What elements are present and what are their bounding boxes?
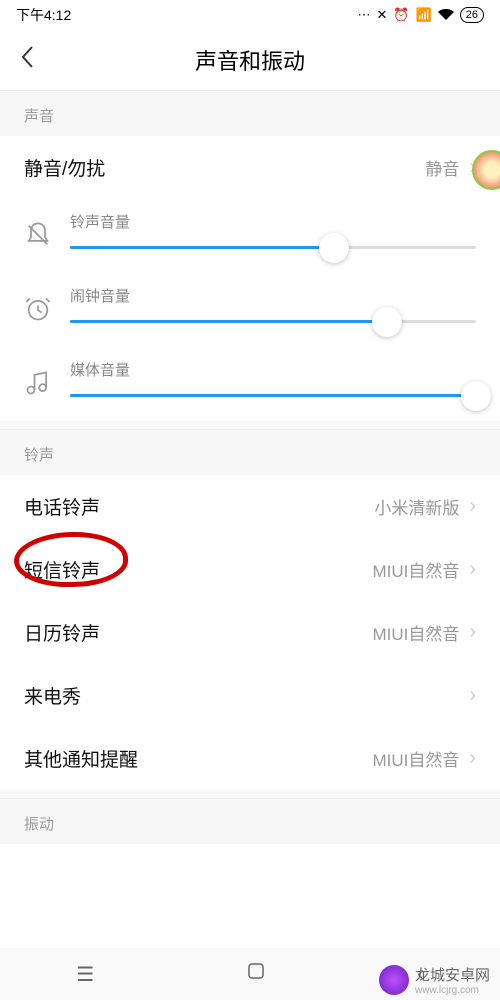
bell-off-icon <box>24 221 52 249</box>
ring-slider-thumb[interactable] <box>319 233 349 263</box>
call-show-row[interactable]: 来电秀 › <box>0 664 500 727</box>
watermark: 龙城安卓网 www.lcjrg.com <box>379 964 490 996</box>
alarm-slider[interactable] <box>70 320 476 323</box>
watermark-url: www.lcjrg.com <box>415 985 490 996</box>
sms-ringtone-row[interactable]: 短信铃声 MIUI自然音 › <box>0 538 500 601</box>
battery-indicator: 26 <box>460 7 484 23</box>
other-notify-label: 其他通知提醒 <box>24 745 372 772</box>
chevron-right-icon: › <box>469 621 476 644</box>
phone-ringtone-value: 小米清新版 <box>374 494 459 519</box>
calendar-ringtone-label: 日历铃声 <box>24 619 372 646</box>
ring-slider[interactable] <box>70 246 476 249</box>
watermark-logo-icon <box>379 965 409 995</box>
chevron-right-icon: › <box>469 558 476 581</box>
header: 声音和振动 <box>0 30 500 90</box>
alarm-slider-label: 闹钟音量 <box>70 285 476 306</box>
sms-ringtone-value: MIUI自然音 <box>372 557 459 582</box>
signal-icon: 📶 <box>416 7 432 23</box>
home-button[interactable] <box>247 962 265 986</box>
dnd-icon: ⋯ <box>357 7 370 23</box>
ring-volume-row: 铃声音量 <box>0 199 500 273</box>
chevron-right-icon: › <box>469 684 476 707</box>
silent-label: 静音/勿扰 <box>24 154 425 181</box>
phone-ringtone-row[interactable]: 电话铃声 小米清新版 › <box>0 475 500 538</box>
media-slider-thumb[interactable] <box>461 381 491 411</box>
call-show-label: 来电秀 <box>24 682 459 709</box>
media-slider-label: 媒体音量 <box>70 359 476 380</box>
recents-button[interactable]: ☰ <box>76 962 94 987</box>
wifi-icon <box>438 8 454 23</box>
silent-value: 静音 <box>425 155 459 180</box>
other-notify-row[interactable]: 其他通知提醒 MIUI自然音 › <box>0 727 500 790</box>
chevron-right-icon: › <box>469 495 476 518</box>
alarm-slider-thumb[interactable] <box>372 307 402 337</box>
alarm-icon <box>24 295 52 323</box>
sms-ringtone-label: 短信铃声 <box>24 556 372 583</box>
calendar-ringtone-value: MIUI自然音 <box>372 620 459 645</box>
music-note-icon <box>24 369 52 397</box>
ring-slider-label: 铃声音量 <box>70 211 476 232</box>
silent-dnd-row[interactable]: 静音/勿扰 静音 › <box>0 136 500 199</box>
status-bar: 下午4:12 ⋯ ✕ ⏰ 📶 26 <box>0 0 500 30</box>
alarm-icon: ⏰ <box>393 7 409 23</box>
vibrate-icon: ✕ <box>376 7 387 23</box>
page-title: 声音和振动 <box>20 44 480 76</box>
alarm-volume-row: 闹钟音量 <box>0 273 500 347</box>
chevron-right-icon: › <box>469 747 476 770</box>
section-header-vibration: 振动 <box>0 798 500 844</box>
calendar-ringtone-row[interactable]: 日历铃声 MIUI自然音 › <box>0 601 500 664</box>
other-notify-value: MIUI自然音 <box>372 746 459 771</box>
media-slider[interactable] <box>70 394 476 397</box>
phone-ringtone-label: 电话铃声 <box>24 493 374 520</box>
section-header-sound: 声音 <box>0 90 500 136</box>
watermark-text: 龙城安卓网 <box>415 964 490 985</box>
back-button[interactable] <box>20 45 34 76</box>
media-volume-row: 媒体音量 <box>0 347 500 421</box>
status-icons: ⋯ ✕ ⏰ 📶 26 <box>357 7 484 23</box>
status-time: 下午4:12 <box>16 5 71 25</box>
section-header-ringtone: 铃声 <box>0 429 500 475</box>
